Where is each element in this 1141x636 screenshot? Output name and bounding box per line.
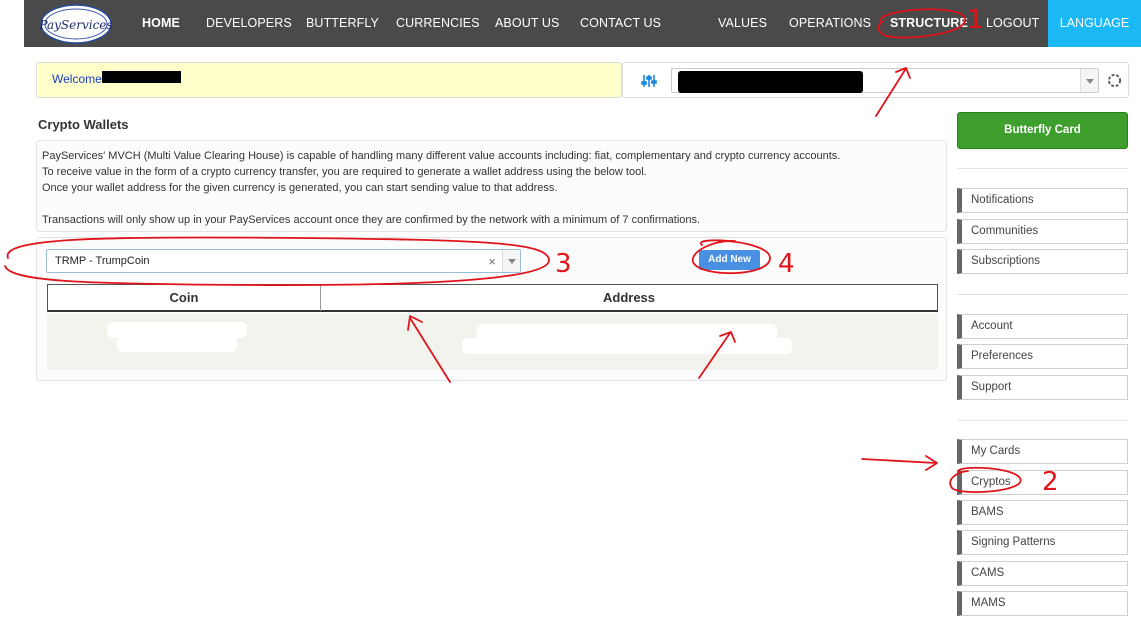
sidebar-item-subscriptions[interactable]: Subscriptions — [957, 249, 1128, 274]
sidebar-item-bams[interactable]: BAMS — [957, 500, 1128, 525]
logo-text: PayServices — [40, 18, 112, 32]
column-header-address[interactable]: Address — [321, 285, 937, 311]
erased-address — [462, 338, 792, 354]
sidebar-item-cryptos[interactable]: Cryptos — [957, 470, 1128, 495]
sidebar-item-cams[interactable]: CAMS — [957, 561, 1128, 586]
sidebar-item-account[interactable]: Account — [957, 314, 1128, 339]
page-title: Crypto Wallets — [38, 117, 129, 132]
coin-select[interactable]: TRMP - TrumpCoin × — [46, 249, 521, 273]
sidebar-item-notifications[interactable]: Notifications — [957, 188, 1128, 213]
nav-logout[interactable]: LOGOUT — [986, 0, 1039, 47]
nav-structure[interactable]: STRUCTURE — [890, 0, 968, 47]
account-selector-box — [622, 62, 1129, 98]
table-row[interactable] — [47, 314, 938, 370]
sidebar-divider — [957, 420, 1128, 421]
account-select[interactable] — [671, 68, 1099, 93]
welcome-banner: Welcome — [36, 62, 622, 98]
welcome-label: Welcome — [52, 72, 102, 86]
clear-icon[interactable]: × — [488, 254, 496, 269]
sidebar-item-mams[interactable]: MAMS — [957, 591, 1128, 616]
nav-values[interactable]: VALUES — [718, 0, 767, 47]
sidebar-divider — [957, 168, 1128, 169]
sidebar-item-signing-patterns[interactable]: Signing Patterns — [957, 530, 1128, 555]
redacted-username — [102, 71, 181, 83]
sidebar-item-support[interactable]: Support — [957, 375, 1128, 400]
nav-currencies[interactable]: CURRENCIES — [396, 0, 480, 47]
coin-select-value: TRMP - TrumpCoin — [55, 255, 150, 267]
chevron-down-icon[interactable] — [1080, 69, 1098, 92]
info-line: Once your wallet address for the given c… — [42, 182, 558, 194]
nav-language[interactable]: LANGUAGE — [1048, 0, 1141, 47]
wallet-tool: TRMP - TrumpCoin × Add New Coin Address — [36, 237, 947, 381]
info-line: PayServices' MVCH (Multi Value Clearing … — [42, 150, 841, 162]
erased-coin — [117, 336, 237, 352]
annotation-arrow-cryptos — [861, 455, 938, 471]
redacted-account — [678, 71, 863, 93]
sliders-icon[interactable] — [641, 73, 657, 89]
wallet-table-header: Coin Address — [47, 284, 938, 312]
nav-developers[interactable]: DEVELOPERS — [206, 0, 292, 47]
nav-about-us[interactable]: ABOUT US — [495, 0, 559, 47]
info-box: PayServices' MVCH (Multi Value Clearing … — [36, 140, 947, 232]
chevron-down-icon[interactable] — [502, 250, 520, 272]
butterfly-card-button[interactable]: Butterfly Card — [957, 112, 1128, 149]
nav-home[interactable]: HOME — [142, 0, 180, 47]
column-header-coin[interactable]: Coin — [48, 285, 321, 311]
sidebar-item-my-cards[interactable]: My Cards — [957, 439, 1128, 464]
add-new-button[interactable]: Add New — [699, 250, 760, 270]
sidebar-item-preferences[interactable]: Preferences — [957, 344, 1128, 369]
info-spacer — [42, 196, 941, 212]
nav-contact-us[interactable]: CONTACT US — [580, 0, 661, 47]
nav-operations[interactable]: OPERATIONS — [789, 0, 871, 47]
nav-butterfly[interactable]: BUTTERFLY — [306, 0, 379, 47]
top-navbar: PayServices HOME DEVELOPERS BUTTERFLY CU… — [24, 0, 1141, 47]
refresh-icon[interactable] — [1107, 73, 1122, 88]
sidebar-divider — [957, 294, 1128, 295]
sidebar-item-communities[interactable]: Communities — [957, 219, 1128, 244]
info-line: Transactions will only show up in your P… — [42, 214, 701, 226]
payservices-logo[interactable]: PayServices — [40, 4, 112, 44]
info-line: To receive value in the form of a crypto… — [42, 166, 647, 178]
